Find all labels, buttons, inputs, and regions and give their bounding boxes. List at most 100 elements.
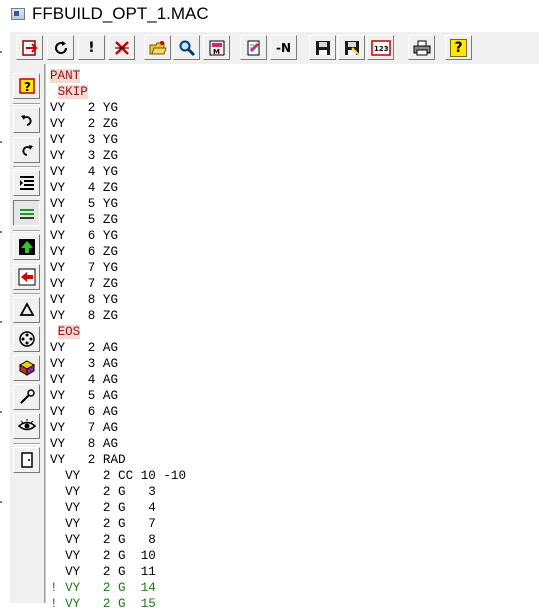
triangle-button[interactable] <box>13 297 40 323</box>
context-help-button[interactable]: ? <box>13 73 40 99</box>
macro-icon: M <box>209 40 224 56</box>
save-button[interactable] <box>309 35 336 60</box>
lines-icon <box>19 209 34 219</box>
code-line: VY 2 G 3 <box>50 485 156 499</box>
code-line: VY 8 AG <box>50 437 119 451</box>
cube-icon <box>18 360 35 376</box>
minus-n-button[interactable]: -N <box>270 35 297 60</box>
code-line: VY 7 YG <box>50 261 119 275</box>
save-icon <box>315 40 330 55</box>
triangle-icon <box>18 302 35 316</box>
command-keyword: SKIP <box>57 85 88 99</box>
context-help-icon: ? <box>18 78 35 94</box>
code-line: VY 7 ZG <box>50 277 119 291</box>
command-line: SKIP <box>50 84 186 100</box>
exit-door-icon <box>20 452 33 468</box>
code-line: VY 2 YG <box>50 101 119 115</box>
wrench-icon <box>19 389 35 404</box>
open-folder-button[interactable] <box>144 35 171 60</box>
command-keyword: EOS <box>57 325 81 339</box>
indent-icon <box>19 176 34 190</box>
code-line: VY 4 ZG <box>50 181 119 195</box>
comment-line: ! VY 2 G 15 <box>50 597 156 611</box>
code-editor[interactable]: PANT SKIP VY 2 YG VY 2 ZG VY 3 YG VY 3 ZG VY … <box>45 64 539 611</box>
title-bar: FFBUILD_OPT_1.MAC <box>0 0 539 31</box>
refresh-icon <box>54 40 67 54</box>
code-line: VY 5 AG <box>50 389 119 403</box>
move-up-button[interactable] <box>13 234 40 260</box>
code-line: VY 8 YG <box>50 293 119 307</box>
code-line: VY 2 G 11 <box>50 565 156 579</box>
search-icon <box>179 40 195 56</box>
target-icon <box>18 331 35 347</box>
eye-icon <box>17 419 36 431</box>
code-line: VY 3 YG <box>50 133 119 147</box>
macro-button[interactable]: M <box>203 35 230 60</box>
comment-line: ! VY 2 G 14 <box>50 581 156 595</box>
cube-button[interactable] <box>13 355 40 381</box>
code-line: VY 2 G 10 <box>50 549 156 563</box>
code-line: VY 2 G 4 <box>50 501 156 515</box>
help-button[interactable]: ? <box>445 35 472 60</box>
code-line: VY 2 G 7 <box>50 517 156 531</box>
svg-text:?: ? <box>24 80 31 94</box>
code-line: VY 8 ZG <box>50 309 119 323</box>
code-lines: PANT SKIP VY 2 YG VY 2 ZG VY 3 YG VY 3 ZG VY … <box>50 68 186 612</box>
undo-button[interactable] <box>13 107 40 133</box>
undo-icon <box>20 115 32 126</box>
code-line: VY 2 ZG <box>50 117 119 131</box>
help-icon: ? <box>450 38 467 57</box>
export-button[interactable] <box>16 35 43 60</box>
side-toolbar: ? <box>10 64 45 603</box>
refresh-button[interactable] <box>47 35 74 60</box>
red-arrow-left-icon <box>18 268 35 286</box>
export-icon <box>21 39 37 56</box>
code-line: VY 6 AG <box>50 405 119 419</box>
svg-text:M: M <box>213 48 220 56</box>
redo-button[interactable] <box>13 137 40 163</box>
minus-n-icon: -N <box>275 40 292 55</box>
print-icon <box>413 40 430 55</box>
code-line: VY 5 YG <box>50 197 119 211</box>
code-line: VY 3 ZG <box>50 149 119 163</box>
indent-button[interactable] <box>13 170 40 196</box>
cancel-x-icon <box>114 40 129 55</box>
left-window-edge <box>0 31 10 603</box>
code-line: VY 2 CC 10 -10 <box>50 469 187 483</box>
redo-icon <box>21 145 33 156</box>
eye-button[interactable] <box>13 413 40 439</box>
target-button[interactable] <box>13 326 40 352</box>
edit-button[interactable] <box>240 35 267 60</box>
move-left-button[interactable] <box>13 264 40 290</box>
exclamation-button[interactable]: ! <box>78 35 105 60</box>
code-line: VY 6 ZG <box>50 245 119 259</box>
code-line: VY 5 ZG <box>50 213 119 227</box>
command-line: EOS <box>50 324 186 340</box>
print-button[interactable] <box>408 35 435 60</box>
code-line: VY 4 YG <box>50 165 119 179</box>
command-keyword: PANT <box>50 69 81 83</box>
code-line: VY 7 AG <box>50 421 119 435</box>
numbers-icon: 123 <box>370 39 391 56</box>
window-title: FFBUILD_OPT_1.MAC <box>32 4 209 23</box>
lines-button[interactable] <box>13 200 40 226</box>
green-arrow-up-icon <box>18 239 35 255</box>
app-window-icon <box>11 8 25 20</box>
main-toolbar: ! M -N 123 ? <box>10 31 539 66</box>
code-line: VY 2 G 8 <box>50 533 156 547</box>
code-line: VY 2 AG <box>50 341 119 355</box>
command-line: PANT <box>50 68 186 84</box>
save-as-icon <box>344 40 360 56</box>
code-line: VY 3 AG <box>50 357 119 371</box>
numbers-button[interactable]: 123 <box>367 35 394 60</box>
cancel-button[interactable] <box>108 35 135 60</box>
code-line: VY 6 YG <box>50 229 119 243</box>
exit-button[interactable] <box>13 447 40 473</box>
edit-icon <box>247 40 259 55</box>
open-folder-icon <box>149 40 167 54</box>
wrench-button[interactable] <box>13 384 40 410</box>
search-button[interactable] <box>173 35 200 60</box>
svg-text:123: 123 <box>374 45 389 53</box>
save-as-button[interactable] <box>338 35 365 60</box>
code-line: VY 4 AG <box>50 373 119 387</box>
